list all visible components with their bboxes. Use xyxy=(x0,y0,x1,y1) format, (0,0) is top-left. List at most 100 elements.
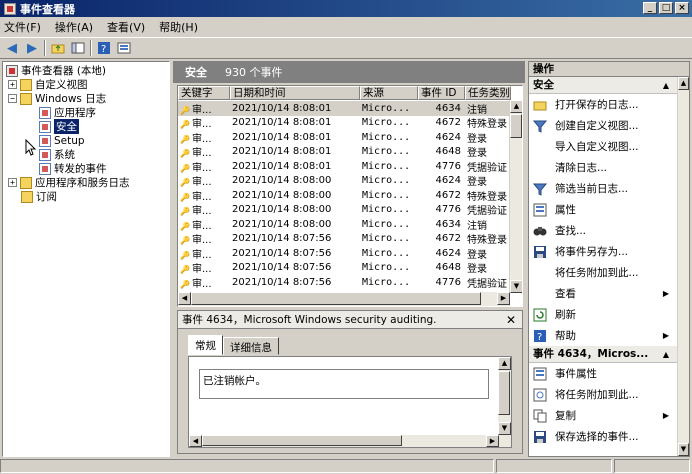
action-item[interactable]: 保存选择的事件... xyxy=(529,426,689,447)
filter-icon xyxy=(533,119,547,133)
tree-item-app-service-logs[interactable]: + 应用程序和服务日志 xyxy=(8,176,130,189)
tree-item-setup[interactable]: Setup xyxy=(39,134,85,147)
table-row[interactable]: 🔑 审... 2021/10/14 8:07:56 Micro... 4624 登录 xyxy=(178,246,511,261)
table-row[interactable]: 🔑 审... 2021/10/14 8:08:01 Micro... 4648 登录 xyxy=(178,145,511,160)
up-folder-icon[interactable] xyxy=(50,40,66,56)
properties-icon[interactable] xyxy=(116,40,132,56)
detail-hscroll[interactable]: ◀ ▶ xyxy=(189,435,499,447)
back-icon[interactable]: ◀ xyxy=(4,40,20,56)
status-panel xyxy=(614,459,690,473)
action-item[interactable]: 查找... xyxy=(529,220,689,241)
expand-icon[interactable]: + xyxy=(8,178,17,187)
collapse-icon[interactable]: − xyxy=(8,94,17,103)
scroll-up-button[interactable]: ▲ xyxy=(678,77,689,90)
collapse-arrow-icon[interactable]: ▲ xyxy=(663,77,669,94)
column-header-source[interactable]: 来源 xyxy=(360,86,418,100)
hscroll-thumb[interactable] xyxy=(202,435,402,446)
minimize-button[interactable]: _ xyxy=(643,2,657,14)
maximize-button[interactable]: □ xyxy=(659,2,673,14)
tree-item-security[interactable]: 安全 xyxy=(39,119,79,134)
column-header-event-id[interactable]: 事件 ID xyxy=(418,86,465,100)
tree-item-system[interactable]: 系统 xyxy=(39,148,75,161)
scroll-thumb[interactable] xyxy=(498,371,510,415)
column-header-task-category[interactable]: 任务类别 xyxy=(465,86,511,100)
help-icon[interactable]: ? xyxy=(96,40,112,56)
menu-view[interactable]: 查看(V) xyxy=(107,19,145,35)
hscroll-thumb[interactable] xyxy=(191,292,481,305)
actions-section-security[interactable]: 安全 ▲ xyxy=(529,77,689,94)
event-list-vscroll[interactable]: ▲ ▼ xyxy=(509,100,522,293)
scroll-down-button[interactable]: ▼ xyxy=(498,422,511,435)
table-row[interactable]: 🔑 审... 2021/10/14 8:08:00 Micro... 4776 凭据验证 xyxy=(178,203,511,217)
action-item[interactable]: 清除日志... xyxy=(529,157,689,178)
tree-item-forwarded-events[interactable]: 转发的事件 xyxy=(39,162,107,175)
action-item[interactable]: 复制 ▶ xyxy=(529,405,689,426)
properties-icon xyxy=(533,367,547,381)
detail-vscroll[interactable]: ▲ ▼ xyxy=(498,357,511,447)
action-item[interactable]: 事件属性 xyxy=(529,363,689,384)
table-row[interactable]: 🔑 审... 2021/10/14 8:07:56 Micro... 4648 登录 xyxy=(178,261,511,275)
menu-help[interactable]: 帮助(H) xyxy=(159,19,198,35)
event-detail-header: 事件 4634，Microsoft Windows security audit… xyxy=(178,311,522,329)
close-button[interactable]: × xyxy=(675,2,689,14)
menu-action[interactable]: 操作(A) xyxy=(55,19,93,35)
table-row[interactable]: 🔑 审... 2021/10/14 8:07:56 Micro... 4672 特殊登录 xyxy=(178,232,511,246)
action-item-label: 帮助 xyxy=(555,330,576,342)
scroll-thumb[interactable] xyxy=(510,114,522,138)
table-row[interactable]: 🔑 审... 2021/10/14 8:08:01 Micro... 4624 登录 xyxy=(178,130,511,145)
table-row[interactable]: 🔑 审... 2021/10/14 8:08:01 Micro... 4776 凭据验证 xyxy=(178,159,511,174)
close-icon[interactable]: ✕ xyxy=(506,313,516,327)
scroll-up-button[interactable]: ▲ xyxy=(510,100,522,113)
menu-file[interactable]: 文件(F) xyxy=(4,19,41,35)
tree-item-windows-logs[interactable]: − Windows 日志 xyxy=(8,92,106,105)
table-row[interactable]: 🔑 审... 2021/10/14 8:08:01 Micro... 4634 注销 xyxy=(178,101,511,116)
task-icon xyxy=(533,388,547,402)
tab-details[interactable]: 详细信息 xyxy=(223,337,279,355)
forward-icon[interactable]: ▶ xyxy=(24,40,40,56)
event-list[interactable]: 关键字 日期和时间 来源 事件 ID 任务类别 🔑 审... 2021/10/14 … xyxy=(177,85,523,307)
table-row[interactable]: 🔑 审... 2021/10/14 8:08:00 Micro... 4624 登录 xyxy=(178,174,511,188)
scroll-right-button[interactable]: ▶ xyxy=(486,435,499,447)
table-row[interactable]: 🔑 审... 2021/10/14 8:08:01 Micro... 4672 特殊登录 xyxy=(178,116,511,130)
scroll-down-button[interactable]: ▼ xyxy=(510,280,522,293)
scroll-right-button[interactable]: ▶ xyxy=(497,292,510,305)
event-detail-title: 事件 4634，Microsoft Windows security audit… xyxy=(182,314,437,326)
collapse-arrow-icon[interactable]: ▲ xyxy=(663,346,669,363)
action-item[interactable]: ? 帮助 ▶ xyxy=(529,325,689,346)
action-item[interactable]: 将任务附加到此... xyxy=(529,384,689,405)
actions-section-event[interactable]: 事件 4634，Micros... ▲ xyxy=(529,346,689,363)
cell-event-id: 4624 xyxy=(435,131,461,143)
action-item[interactable]: 打开保存的日志... xyxy=(529,94,689,115)
cell-keyword: 🔑 审... xyxy=(180,148,212,160)
expand-icon[interactable]: + xyxy=(8,80,17,89)
event-list-hscroll[interactable]: ◀ ▶ xyxy=(178,292,510,306)
key-icon: 🔑 xyxy=(180,192,190,202)
tree-item-application[interactable]: 应用程序 xyxy=(39,106,96,119)
action-item-label: 查找... xyxy=(555,225,587,237)
action-item[interactable]: 刷新 xyxy=(529,304,689,325)
tab-general[interactable]: 常规 xyxy=(188,335,223,355)
table-row[interactable]: 🔑 审... 2021/10/14 8:08:00 Micro... 4634 注销 xyxy=(178,217,511,232)
scroll-down-button[interactable]: ▼ xyxy=(678,443,689,456)
action-item[interactable]: 导入自定义视图... xyxy=(529,136,689,157)
show-hide-tree-icon[interactable] xyxy=(70,40,86,56)
tree-item-subscriptions[interactable]: 订阅 xyxy=(21,190,57,203)
scroll-left-button[interactable]: ◀ xyxy=(189,435,202,447)
action-item[interactable]: 筛选当前日志... xyxy=(529,178,689,199)
log-icon xyxy=(39,134,51,147)
action-item[interactable]: 将事件另存为... xyxy=(529,241,689,262)
scroll-up-button[interactable]: ▲ xyxy=(498,357,511,370)
column-header-datetime[interactable]: 日期和时间 xyxy=(230,86,360,100)
action-item[interactable]: 属性 xyxy=(529,199,689,220)
tree-root[interactable]: 事件查看器 (本地) xyxy=(6,64,106,77)
actions-vscroll[interactable]: ▲ ▼ xyxy=(677,77,689,456)
table-row[interactable]: 🔑 审... 2021/10/14 8:07:56 Micro... 4776 凭据验证 xyxy=(178,275,511,290)
action-item[interactable]: 查看 ▶ xyxy=(529,283,689,304)
tree-item-custom-views[interactable]: + 自定义视图 xyxy=(8,78,88,91)
action-item[interactable]: 创建自定义视图... xyxy=(529,115,689,136)
cell-datetime: 2021/10/14 8:08:00 xyxy=(232,218,332,230)
column-header-keyword[interactable]: 关键字 xyxy=(178,86,230,100)
table-row[interactable]: 🔑 审... 2021/10/14 8:08:00 Micro... 4672 特殊登录 xyxy=(178,188,511,203)
action-item[interactable]: 将任务附加到此... xyxy=(529,262,689,283)
scroll-left-button[interactable]: ◀ xyxy=(178,292,191,305)
